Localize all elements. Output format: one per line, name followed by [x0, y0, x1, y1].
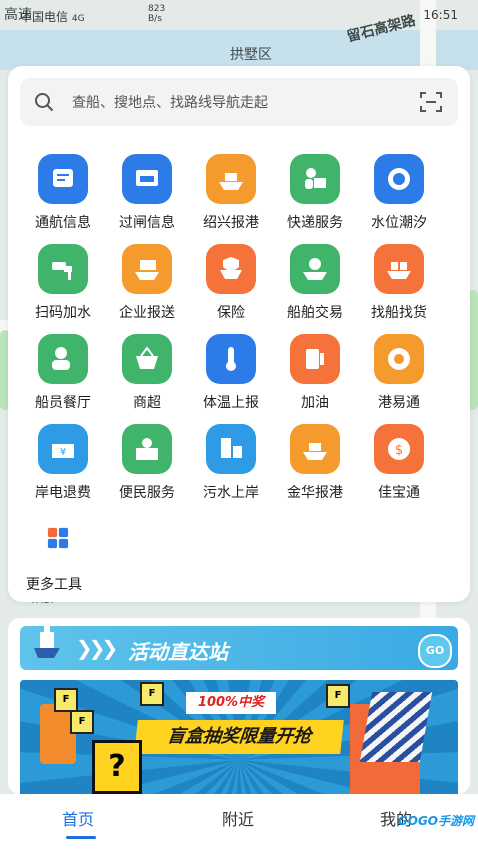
port-icon	[374, 334, 424, 384]
activity-title: 活动直达站	[128, 640, 228, 664]
courier-icon	[290, 154, 340, 204]
lock-gate-icon	[122, 154, 172, 204]
enterprise-ship-icon	[122, 244, 172, 294]
tool-water-tap[interactable]: 扫码加水	[18, 244, 104, 324]
tool-service-desk[interactable]: 便民服务	[102, 424, 188, 504]
tool-cargo-ship[interactable]: 绍兴报港	[186, 154, 272, 234]
gift-box-icon: F	[326, 684, 350, 708]
tool-thermometer[interactable]: 体温上报	[186, 334, 272, 414]
crew-dining-icon	[38, 334, 88, 384]
gift-box-icon: F	[54, 688, 78, 712]
tool-basket[interactable]: 商超	[102, 334, 188, 414]
service-desk-icon	[122, 424, 172, 474]
cargo-ship-icon	[206, 154, 256, 204]
sewage-icon	[206, 424, 256, 474]
insurance-icon	[206, 244, 256, 294]
basket-icon	[122, 334, 172, 384]
search-placeholder[interactable]: 查船、搜地点、找路线导航走起	[72, 92, 268, 112]
tool-sewage[interactable]: 污水上岸	[186, 424, 272, 504]
activity-header[interactable]: ❯❯❯ 活动直达站 GO	[20, 622, 458, 670]
tool-notice[interactable]: 通航信息	[18, 154, 104, 234]
coin-icon: $	[374, 424, 424, 474]
more-tools-label: 更多工具	[26, 577, 82, 593]
ship-logo-icon	[34, 622, 60, 658]
go-button[interactable]: GO	[418, 634, 452, 668]
tool-fuel[interactable]: 加油	[270, 334, 356, 414]
tool-ship-trade[interactable]: 船舶交易	[270, 244, 356, 324]
tab-home[interactable]: 首页	[62, 806, 94, 830]
ship-cargo-icon	[374, 244, 424, 294]
grid-tiles-icon	[38, 518, 78, 558]
tool-refund[interactable]: ¥ 岸电退费	[18, 424, 104, 504]
water-tap-icon	[38, 244, 88, 294]
tool-insurance[interactable]: 保险	[186, 244, 272, 324]
refund-icon: ¥	[38, 424, 88, 474]
banner-title: 盲盒抽奖限量开抢	[134, 720, 344, 754]
tool-ship-cargo[interactable]: 找船找货	[354, 244, 440, 324]
clock: 16:51	[423, 8, 458, 22]
search-icon	[35, 93, 54, 112]
tool-cargo-ship[interactable]: 金华报港	[270, 424, 356, 504]
tool-water-level[interactable]: 水位潮汐	[354, 154, 440, 234]
more-tools-button[interactable]: 更多工具	[26, 518, 106, 593]
svg-text:$: $	[395, 443, 403, 458]
network-speed: 823 B/s	[148, 4, 166, 24]
active-tab-indicator	[66, 836, 96, 839]
tool-courier[interactable]: 快递服务	[270, 154, 356, 234]
gift-box-icon: F	[70, 710, 94, 734]
carrier: 中国电信 4G	[20, 10, 85, 24]
scan-icon[interactable]	[420, 91, 442, 113]
svg-text:¥: ¥	[60, 447, 66, 458]
tool-label: 找船找货	[371, 305, 427, 321]
arrows-icon: ❯❯❯	[76, 636, 118, 660]
banner-subtitle: 100%中奖	[186, 692, 276, 714]
thermometer-icon	[206, 334, 256, 384]
gift-box-icon: F	[140, 682, 164, 706]
watermark: GOGO手游网	[397, 814, 474, 828]
tool-enterprise-ship[interactable]: 企业报送	[102, 244, 188, 324]
status-bar: 中国电信 4G 823 B/s 16:51	[0, 0, 478, 30]
tool-label: 港易通	[378, 395, 420, 411]
blind-box-banner[interactable]: F F F F 100%中奖 盲盒抽奖限量开抢 ?	[20, 680, 458, 794]
search-bar[interactable]: 查船、搜地点、找路线导航走起	[20, 78, 458, 126]
fuel-icon	[290, 334, 340, 384]
notice-icon	[38, 154, 88, 204]
question-box: ?	[92, 740, 142, 794]
tool-port[interactable]: 港易通	[354, 334, 440, 414]
tool-label: 佳宝通	[378, 485, 420, 501]
tool-label: 水位潮汐	[371, 215, 427, 231]
tool-lock-gate[interactable]: 过闸信息	[102, 154, 188, 234]
beach-chair-illustration	[359, 692, 433, 762]
tools-card: 查船、搜地点、找路线导航走起 通航信息 过闸信息 绍兴报港 快递服务 水位潮汐扫码加水企…	[8, 66, 470, 602]
bottom-tab-bar: 首页 附近 我的 GOGO手游网	[0, 794, 478, 850]
tool-crew-dining[interactable]: 船员餐厅	[18, 334, 104, 414]
ship-trade-icon	[290, 244, 340, 294]
tool-coin[interactable]: $ 佳宝通	[354, 424, 440, 504]
water-level-icon	[374, 154, 424, 204]
promo-section: ❯❯❯ 活动直达站 GO F F F F 100%中奖 盲盒抽奖限量开抢 ?	[8, 618, 470, 794]
tab-nearby[interactable]: 附近	[222, 806, 254, 830]
map-label: 拱墅区	[230, 47, 272, 63]
cargo-ship-icon	[290, 424, 340, 474]
